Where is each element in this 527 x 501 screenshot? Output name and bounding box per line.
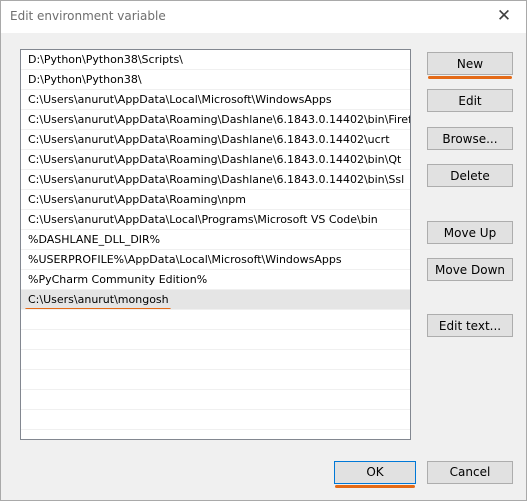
title-bar: Edit environment variable ✕ — [1, 1, 526, 33]
move-up-button[interactable]: Move Up — [427, 221, 513, 244]
list-item-1[interactable]: D:\Python\Python38\ — [21, 70, 410, 90]
empty-row[interactable] — [21, 330, 410, 350]
list-item-12-label: C:\Users\anurut\mongosh — [28, 293, 169, 306]
list-item-2[interactable]: C:\Users\anurut\AppData\Local\Microsoft\… — [21, 90, 410, 110]
new-button[interactable]: New — [427, 52, 513, 79]
empty-row[interactable] — [21, 390, 410, 410]
list-item-9[interactable]: %DASHLANE_DLL_DIR% — [21, 230, 410, 250]
list-item-3[interactable]: C:\Users\anurut\AppData\Roaming\Dashlane… — [21, 110, 410, 130]
edit-text-button[interactable]: Edit text... — [427, 314, 513, 337]
list-item-0[interactable]: D:\Python\Python38\Scripts\ — [21, 50, 410, 70]
empty-row[interactable] — [21, 370, 410, 390]
list-item-7[interactable]: C:\Users\anurut\AppData\Roaming\npm — [21, 190, 410, 210]
list-item-8[interactable]: C:\Users\anurut\AppData\Local\Programs\M… — [21, 210, 410, 230]
empty-row[interactable] — [21, 350, 410, 370]
list-item-4[interactable]: C:\Users\anurut\AppData\Roaming\Dashlane… — [21, 130, 410, 150]
browse-button[interactable]: Browse... — [427, 127, 513, 150]
list-item-11[interactable]: %PyCharm Community Edition% — [21, 270, 410, 290]
cancel-button[interactable]: Cancel — [427, 461, 513, 484]
edit-button[interactable]: Edit — [427, 89, 513, 112]
dialog-title: Edit environment variable — [10, 9, 166, 23]
ok-button[interactable]: OK — [334, 461, 416, 488]
empty-row[interactable] — [21, 310, 410, 330]
close-icon[interactable]: ✕ — [492, 5, 516, 27]
highlight-underline — [428, 76, 512, 79]
delete-button[interactable]: Delete — [427, 164, 513, 187]
list-item-6[interactable]: C:\Users\anurut\AppData\Roaming\Dashlane… — [21, 170, 410, 190]
list-item-5[interactable]: C:\Users\anurut\AppData\Roaming\Dashlane… — [21, 150, 410, 170]
move-down-button[interactable]: Move Down — [427, 258, 513, 281]
empty-row[interactable] — [21, 430, 410, 439]
highlight-underline — [335, 485, 415, 488]
empty-row[interactable] — [21, 410, 410, 430]
list-item-10[interactable]: %USERPROFILE%\AppData\Local\Microsoft\Wi… — [21, 250, 410, 270]
ok-button-label: OK — [366, 465, 384, 479]
path-list[interactable]: D:\Python\Python38\Scripts\ D:\Python\Py… — [20, 49, 411, 440]
new-button-label: New — [456, 57, 484, 71]
edit-env-dialog: Edit environment variable ✕ D:\Python\Py… — [0, 0, 527, 501]
list-item-selected[interactable]: C:\Users\anurut\mongosh — [21, 290, 410, 310]
